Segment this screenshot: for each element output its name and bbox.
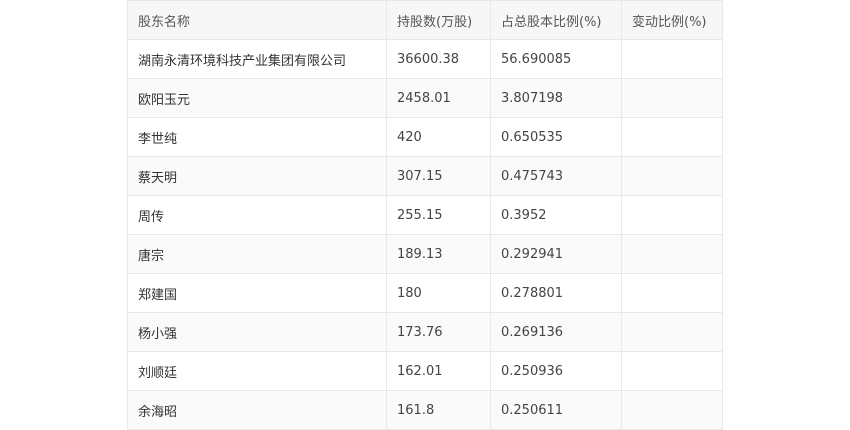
- cell-shares-held: 161.8: [386, 390, 491, 430]
- cell-change-ratio: [621, 195, 723, 235]
- cell-shareholder-name: 郑建国: [127, 273, 387, 313]
- table-row: 欧阳玉元 2458.01 3.807198: [127, 78, 723, 118]
- cell-share-ratio: 0.292941: [490, 234, 622, 274]
- table-row: 蔡天明 307.15 0.475743: [127, 156, 723, 196]
- cell-share-ratio: 0.250936: [490, 351, 622, 391]
- cell-change-ratio: [621, 312, 723, 352]
- header-shares-held: 持股数(万股): [386, 0, 491, 40]
- cell-share-ratio: 0.250611: [490, 390, 622, 430]
- shareholder-table-container: 股东名称 持股数(万股) 占总股本比例(%) 变动比例(%) 湖南永清环境科技产…: [127, 0, 723, 430]
- cell-shares-held: 255.15: [386, 195, 491, 235]
- cell-shareholder-name: 湖南永清环境科技产业集团有限公司: [127, 39, 387, 79]
- header-share-ratio: 占总股本比例(%): [490, 0, 622, 40]
- cell-change-ratio: [621, 351, 723, 391]
- cell-share-ratio: 56.690085: [490, 39, 622, 79]
- cell-shareholder-name: 周传: [127, 195, 387, 235]
- cell-share-ratio: 0.475743: [490, 156, 622, 196]
- cell-shares-held: 420: [386, 117, 491, 157]
- header-shareholder-name: 股东名称: [127, 0, 387, 40]
- cell-shares-held: 189.13: [386, 234, 491, 274]
- cell-share-ratio: 0.650535: [490, 117, 622, 157]
- table-row: 湖南永清环境科技产业集团有限公司 36600.38 56.690085: [127, 39, 723, 79]
- table-row: 唐宗 189.13 0.292941: [127, 234, 723, 274]
- header-change-ratio: 变动比例(%): [621, 0, 723, 40]
- cell-change-ratio: [621, 39, 723, 79]
- cell-share-ratio: 0.278801: [490, 273, 622, 313]
- table-row: 李世纯 420 0.650535: [127, 117, 723, 157]
- cell-shareholder-name: 李世纯: [127, 117, 387, 157]
- cell-shareholder-name: 刘顺廷: [127, 351, 387, 391]
- cell-shareholder-name: 唐宗: [127, 234, 387, 274]
- table-header: 股东名称 持股数(万股) 占总股本比例(%) 变动比例(%): [127, 0, 723, 40]
- cell-change-ratio: [621, 234, 723, 274]
- cell-change-ratio: [621, 78, 723, 118]
- cell-shares-held: 2458.01: [386, 78, 491, 118]
- cell-shareholder-name: 余海昭: [127, 390, 387, 430]
- cell-change-ratio: [621, 390, 723, 430]
- cell-shares-held: 307.15: [386, 156, 491, 196]
- table-body: 湖南永清环境科技产业集团有限公司 36600.38 56.690085 欧阳玉元…: [127, 39, 723, 430]
- header-row: 股东名称 持股数(万股) 占总股本比例(%) 变动比例(%): [127, 0, 723, 40]
- table-row: 余海昭 161.8 0.250611: [127, 390, 723, 430]
- table-row: 郑建国 180 0.278801: [127, 273, 723, 313]
- shareholder-table: 股东名称 持股数(万股) 占总股本比例(%) 变动比例(%) 湖南永清环境科技产…: [127, 0, 723, 430]
- cell-shares-held: 180: [386, 273, 491, 313]
- cell-share-ratio: 0.269136: [490, 312, 622, 352]
- cell-shareholder-name: 蔡天明: [127, 156, 387, 196]
- table-row: 周传 255.15 0.3952: [127, 195, 723, 235]
- table-row: 杨小强 173.76 0.269136: [127, 312, 723, 352]
- table-row: 刘顺廷 162.01 0.250936: [127, 351, 723, 391]
- cell-change-ratio: [621, 156, 723, 196]
- cell-share-ratio: 3.807198: [490, 78, 622, 118]
- cell-shareholder-name: 欧阳玉元: [127, 78, 387, 118]
- cell-shares-held: 36600.38: [386, 39, 491, 79]
- cell-share-ratio: 0.3952: [490, 195, 622, 235]
- cell-change-ratio: [621, 117, 723, 157]
- cell-change-ratio: [621, 273, 723, 313]
- cell-shares-held: 162.01: [386, 351, 491, 391]
- cell-shares-held: 173.76: [386, 312, 491, 352]
- cell-shareholder-name: 杨小强: [127, 312, 387, 352]
